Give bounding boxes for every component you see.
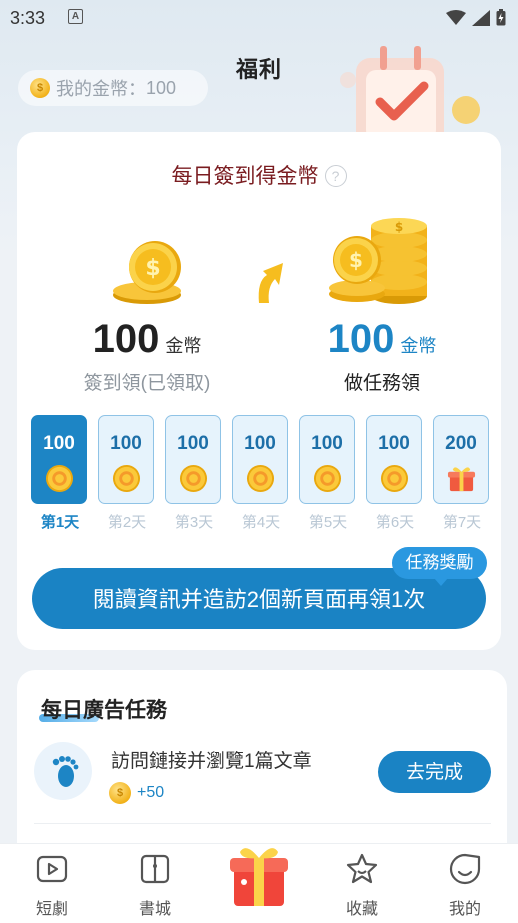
status-bar: 3:33 A (0, 0, 518, 36)
sign-card-title-text: 每日簽到得金幣 (171, 165, 319, 188)
sign-right-caption: 做任務領 (343, 373, 420, 394)
help-icon[interactable]: ? (324, 165, 347, 187)
sign-days-row: 100 第1天 100 第2天 100 第3天 100 第4天 100 第5天 … (31, 415, 491, 532)
nav-favorites[interactable]: 收藏 (332, 852, 392, 919)
play-icon (36, 855, 68, 883)
sign-left-caption: 簽到領(已領取) (83, 373, 211, 394)
coin-icon (112, 464, 141, 493)
day-value: 100 (244, 433, 276, 454)
nav-label: 書城 (138, 901, 171, 918)
coin-balance-value: 100 (146, 77, 177, 98)
day-value: 200 (445, 433, 477, 454)
task-reward-badge: 任務獎勵 (392, 547, 487, 586)
sign-reward-right: 100 金幣 做任務領 (292, 317, 472, 395)
bottom-nav: 短劇 書城 收藏 我的 (0, 843, 518, 923)
sign-day-1[interactable]: 100 第1天 (31, 415, 89, 532)
sign-day-3[interactable]: 100 第3天 (165, 415, 223, 532)
nav-label: 我的 (448, 901, 481, 918)
sign-day-5[interactable]: 100 第5天 (299, 415, 357, 532)
nav-welfare[interactable] (226, 838, 292, 913)
arrow-up-icon (258, 263, 283, 303)
signal-icon (472, 9, 490, 26)
book-icon (140, 854, 170, 884)
svg-text:$: $ (349, 248, 363, 272)
sign-right-amount: 100 (327, 317, 395, 361)
sign-day-6[interactable]: 100 第6天 (366, 415, 424, 532)
sign-day-7[interactable]: 200 第7天 (433, 415, 491, 532)
smile-icon (449, 853, 481, 885)
day-label: 第6天 (375, 514, 415, 531)
coin-stack-large-icon: $ $ (329, 218, 427, 304)
coin-icon (45, 464, 74, 493)
coin-balance: $ 我的金幣： 100 (18, 70, 208, 106)
nav-short-drama[interactable]: 短劇 (22, 852, 82, 919)
coin-balance-label: 我的金幣： (56, 79, 146, 99)
sign-left-amount: 100 (92, 317, 160, 361)
svg-text:$: $ (145, 256, 160, 281)
coin-stack-small-icon: $ (113, 241, 181, 304)
day-value: 100 (43, 433, 75, 454)
ad-task-reward: $ +50 (109, 782, 164, 804)
status-time: 3:33 (10, 8, 46, 28)
sign-right-unit: 金幣 (400, 336, 437, 356)
status-icons (446, 9, 506, 26)
footprint-icon (34, 742, 92, 800)
coin-icon: $ (30, 78, 50, 98)
star-icon (346, 853, 378, 884)
day-label: 第2天 (107, 514, 147, 531)
day-value: 100 (110, 433, 142, 454)
ad-card-title: 每日廣告任務 (41, 699, 167, 722)
divider (34, 823, 491, 824)
svg-text:$: $ (395, 220, 403, 234)
coin-icon (246, 464, 275, 493)
gift-icon (230, 848, 288, 906)
day-label: 第3天 (174, 514, 214, 531)
coin-icon: $ (109, 782, 131, 804)
day-value: 100 (311, 433, 343, 454)
nav-profile[interactable]: 我的 (435, 852, 495, 919)
day-label: 第5天 (308, 514, 348, 531)
nav-label: 短劇 (35, 901, 68, 918)
sign-reward-left: 100 金幣 簽到領(已領取) (57, 317, 237, 395)
nav-bookstore[interactable]: 書城 (125, 852, 185, 919)
coin-icon (179, 464, 208, 493)
battery-icon (496, 9, 506, 26)
daily-sign-card: 每日簽到得金幣? $ 100 金幣 簽到領(已領取) $ $ 100 金幣 做任… (17, 132, 501, 650)
calendar-check-illustration (328, 40, 488, 134)
day-label: 第1天 (40, 514, 80, 531)
sign-day-4[interactable]: 100 第4天 (232, 415, 290, 532)
a-box-icon: A (68, 9, 83, 24)
sign-day-2[interactable]: 100 第2天 (98, 415, 156, 532)
ad-task-reward-value: +50 (137, 784, 165, 801)
coin-icon (380, 464, 409, 493)
sign-left-unit: 金幣 (165, 336, 202, 356)
nav-label: 收藏 (345, 901, 378, 918)
day-value: 100 (177, 433, 209, 454)
day-label: 第4天 (241, 514, 281, 531)
day-value: 100 (378, 433, 410, 454)
day-label: 第7天 (442, 514, 482, 531)
sign-card-title: 每日簽到得金幣? (17, 160, 501, 190)
ad-task-text: 訪問鏈接并瀏覽1篇文章 (111, 751, 312, 772)
wifi-icon (446, 9, 466, 25)
coin-icon (313, 464, 342, 493)
go-complete-button[interactable]: 去完成 (378, 751, 491, 793)
gift-box-icon (447, 467, 476, 492)
